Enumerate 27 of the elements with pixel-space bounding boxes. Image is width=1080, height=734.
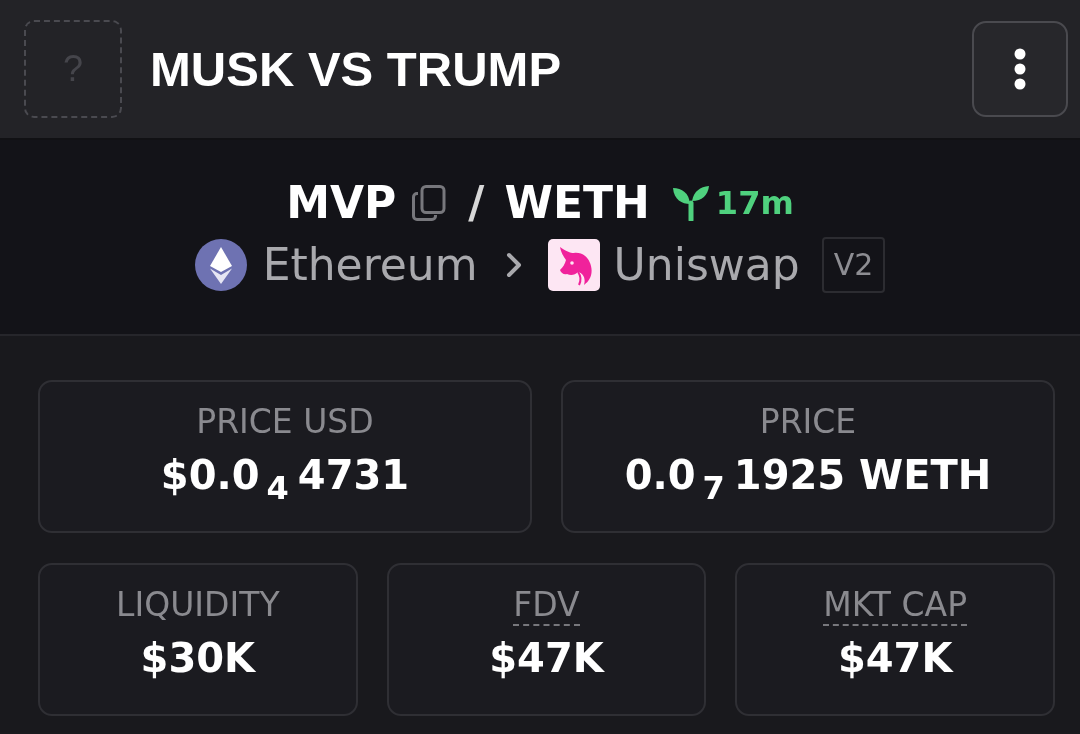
dex-name: Uniswap [613,239,800,292]
stat-value: $0.0$_{4}$4731 [160,450,410,501]
pair-separator: / [468,176,485,230]
more-vertical-icon [1014,48,1026,90]
more-menu-button[interactable] [972,21,1068,117]
stat-value: $47K [837,633,953,683]
copy-button[interactable] [412,185,447,221]
token-title: MUSK VS TRUMP [150,41,563,97]
version-tag: V2 [821,237,886,294]
chain-name: Ethereum [262,239,478,292]
sprout-icon [671,185,710,221]
quote-token-symbol: WETH [504,176,650,230]
unicorn-logo-icon [547,239,600,292]
stat-label: LIQUIDITY [116,587,280,626]
stat-value: $47K [489,633,604,683]
stat-value: 0.0$_{7}$1925 WETH [624,450,992,501]
base-token-symbol: MVP [286,176,397,230]
question-mark: ? [63,51,83,87]
stat-label: PRICE [759,404,857,443]
chevron-right-icon [505,252,522,279]
stat-label: PRICE USD [196,404,374,443]
ethereum-logo-icon [194,239,247,292]
pair-age: 17m [715,184,794,222]
stat-label: FDV [513,587,580,626]
stat-label: MKT CAP [823,587,968,626]
stat-value: $30K [140,633,256,683]
copy-icon [412,185,447,221]
